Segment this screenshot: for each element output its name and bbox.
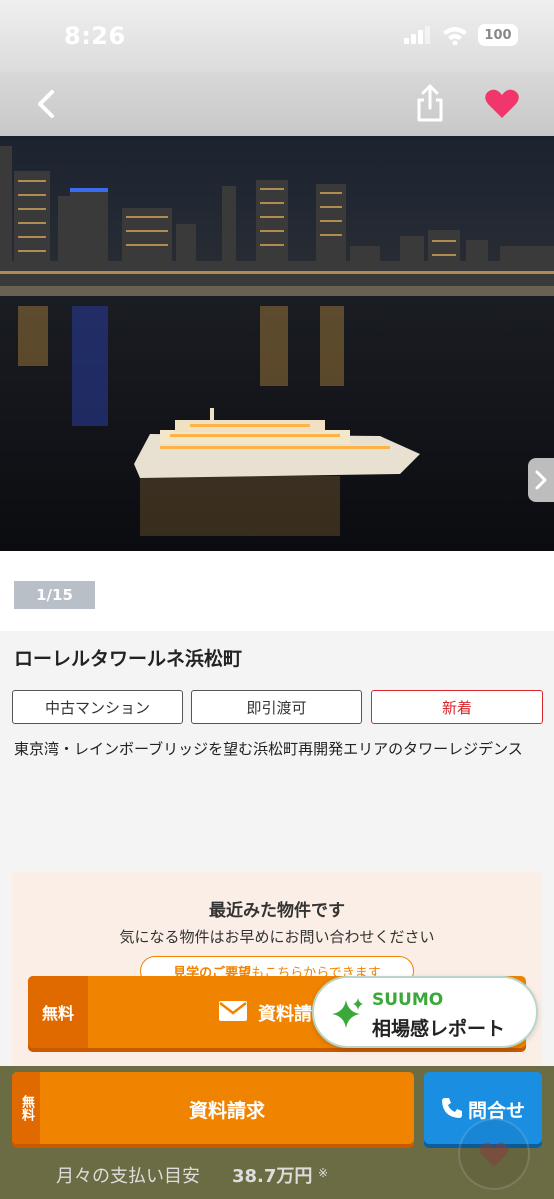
back-button[interactable] (30, 82, 70, 126)
suumo-market-report-button[interactable]: SUUMO 相場感レポート (312, 976, 538, 1048)
photo-counter: 1/15 (14, 581, 95, 609)
recent-title: 最近みた物件です (209, 901, 345, 921)
signal-icon (404, 26, 430, 44)
next-photo-button[interactable] (528, 458, 554, 502)
share-icon (417, 84, 443, 122)
status-bar: 8:26 100 (0, 0, 554, 72)
suumo-brand: SUUMO (372, 990, 444, 1010)
free-badge-text: 無料 (19, 1095, 34, 1121)
phone-icon (442, 1098, 462, 1118)
favorite-button[interactable] (482, 82, 522, 126)
status-time: 8:26 (64, 22, 126, 50)
heart-icon (485, 89, 519, 118)
request-docs-button[interactable]: 無料 資料請求 (12, 1072, 414, 1144)
property-title: ローレルタワールネ浜松町 (14, 648, 243, 670)
tag-new: 新着 (371, 690, 543, 724)
battery-indicator: 100 (478, 24, 518, 46)
sparkle-icon (332, 998, 363, 1028)
property-photo[interactable] (0, 136, 554, 551)
mail-icon (219, 1001, 247, 1021)
status-icons: 100 (404, 24, 518, 46)
night-harbor-image (0, 136, 554, 551)
nav-bar (0, 72, 554, 136)
monthly-payment-value: 38.7万円 (232, 1166, 313, 1187)
chevron-right-icon (535, 470, 547, 490)
recent-subtitle: 気になる物件はお早めにお問い合わせください (119, 928, 435, 946)
share-button[interactable] (410, 80, 450, 126)
property-description: 東京湾・レインボーブリッジを望む浜松町再開発エリアのタワーレジデンス (14, 740, 523, 758)
suumo-report-label: 相場感レポート (372, 1018, 506, 1040)
monthly-payment-label: 月々の支払い目安 (56, 1166, 200, 1187)
floating-favorite-button[interactable] (458, 1118, 530, 1190)
heart-outline-icon (479, 1142, 509, 1167)
tag-used-mansion: 中古マンション (12, 690, 183, 724)
wifi-icon (443, 27, 467, 45)
card-free-badge: 無料 (28, 976, 88, 1048)
free-badge: 無料 (12, 1072, 40, 1144)
request-docs-label: 資料請求 (188, 1100, 265, 1122)
tag-immediate-move: 即引渡可 (191, 690, 362, 724)
monthly-payment-note: ※ (318, 1166, 329, 1180)
chevron-left-icon (38, 90, 54, 118)
